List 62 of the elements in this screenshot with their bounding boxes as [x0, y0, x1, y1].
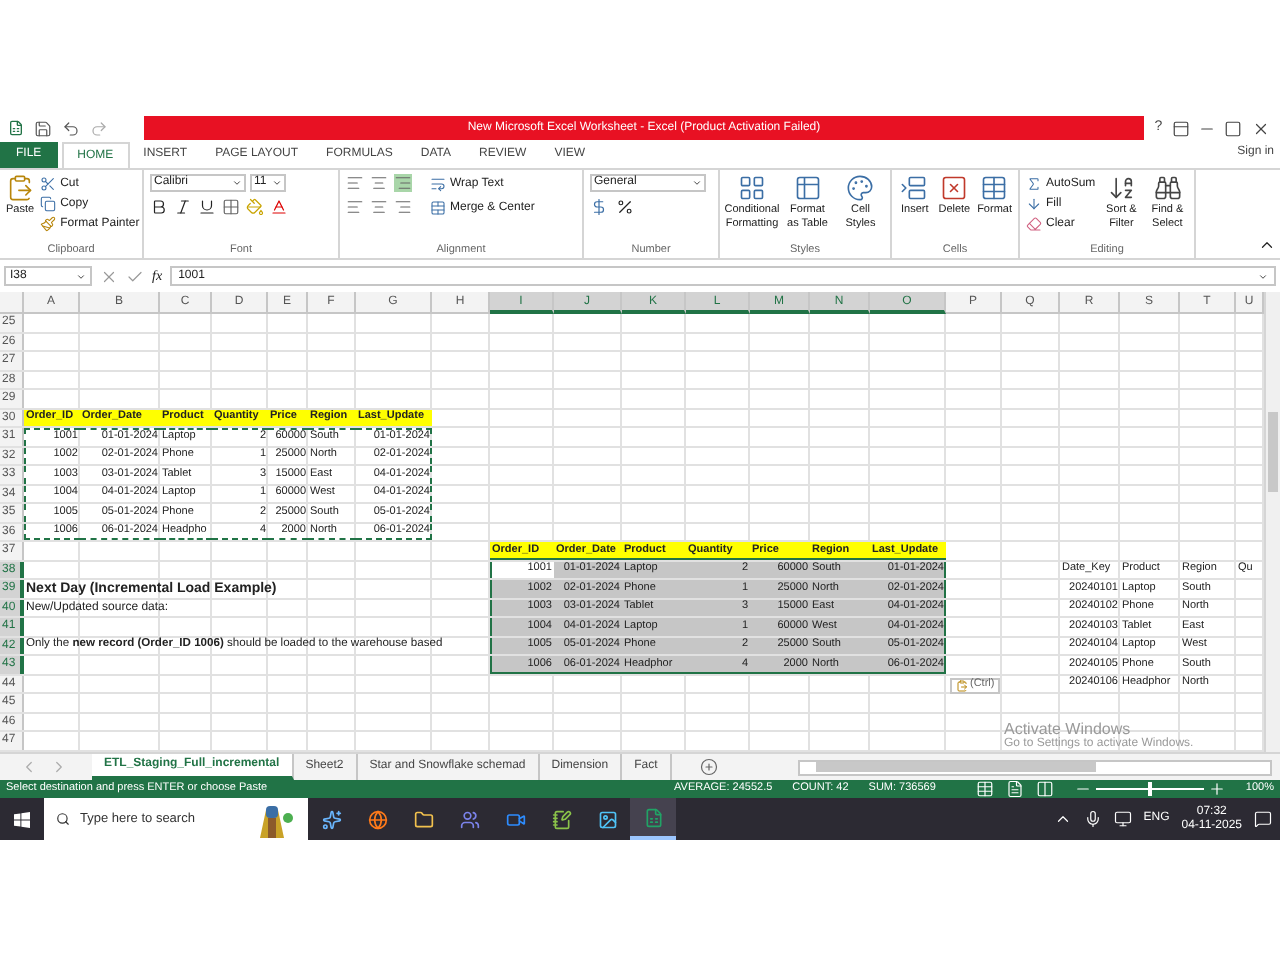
normal-view-icon[interactable] [975, 780, 994, 798]
insert-rows-icon [900, 174, 929, 202]
borders-icon[interactable] [222, 198, 240, 216]
maximize-icon[interactable] [1224, 119, 1243, 137]
tray-overflow-icon[interactable] [1053, 810, 1072, 828]
network-icon[interactable] [1113, 810, 1132, 828]
page-break-icon[interactable] [1035, 780, 1054, 798]
close-icon[interactable] [1251, 119, 1270, 137]
horizontal-scrollbar[interactable] [797, 759, 1272, 775]
percent-icon[interactable] [616, 198, 634, 216]
save-icon[interactable] [34, 119, 52, 137]
binoculars-icon [1153, 174, 1182, 202]
ribbon-display-icon[interactable] [1171, 119, 1190, 137]
excel-logo-icon [8, 120, 24, 136]
start-icon[interactable] [14, 811, 30, 827]
notepad-icon [551, 809, 571, 829]
align-center-icon[interactable] [370, 198, 388, 216]
search-icon [56, 812, 70, 826]
taskbar-app-button[interactable] [630, 798, 676, 840]
people-icon [459, 809, 479, 829]
table-icon [980, 174, 1009, 202]
grid-icon [738, 174, 766, 202]
fill-color-icon[interactable] [246, 198, 264, 216]
currency-icon[interactable] [590, 198, 608, 216]
sort-icon [1107, 174, 1136, 202]
cancel-icon[interactable] [100, 267, 118, 285]
collapse-ribbon-icon[interactable] [1258, 236, 1276, 254]
folder-icon [413, 809, 433, 829]
clipboard-icon [956, 680, 968, 692]
vertical-scrollbar[interactable] [1264, 292, 1280, 752]
page-layout-icon[interactable] [1005, 780, 1024, 798]
eraser-icon [1026, 216, 1042, 232]
spreadsheet-icon [643, 807, 663, 827]
align-left-icon[interactable] [346, 198, 364, 216]
new-sheet-icon[interactable] [699, 758, 718, 776]
down-arrow-icon [1026, 196, 1042, 212]
sigma-icon [1026, 176, 1042, 192]
palette-icon [846, 174, 875, 202]
sparkle-icon [321, 809, 341, 829]
undo-icon[interactable] [62, 119, 80, 137]
zoom-in-icon[interactable] [1207, 780, 1226, 798]
microphone-icon[interactable] [1083, 810, 1102, 828]
paintbrush-icon [40, 216, 57, 232]
photos-icon [597, 809, 617, 829]
wrap-text-icon [430, 176, 446, 192]
activation-title: Activate Windows [1004, 720, 1131, 738]
browser-icon [367, 809, 387, 829]
video-camera-icon [505, 809, 525, 829]
delete-icon [940, 174, 969, 202]
align-middle-icon[interactable] [370, 174, 388, 192]
font-color-icon[interactable] [270, 198, 288, 216]
copy-icon [40, 196, 57, 212]
merge-cells-icon [430, 200, 446, 216]
notifications-icon[interactable] [1254, 810, 1272, 828]
italic-icon[interactable] [174, 198, 192, 216]
align-right-icon[interactable] [394, 198, 412, 216]
scissors-icon [40, 176, 57, 192]
clipboard-icon [6, 174, 35, 202]
bold-icon[interactable] [150, 198, 168, 216]
table-icon [793, 174, 822, 202]
underline-icon[interactable] [198, 198, 216, 216]
align-top-icon[interactable] [346, 174, 364, 192]
